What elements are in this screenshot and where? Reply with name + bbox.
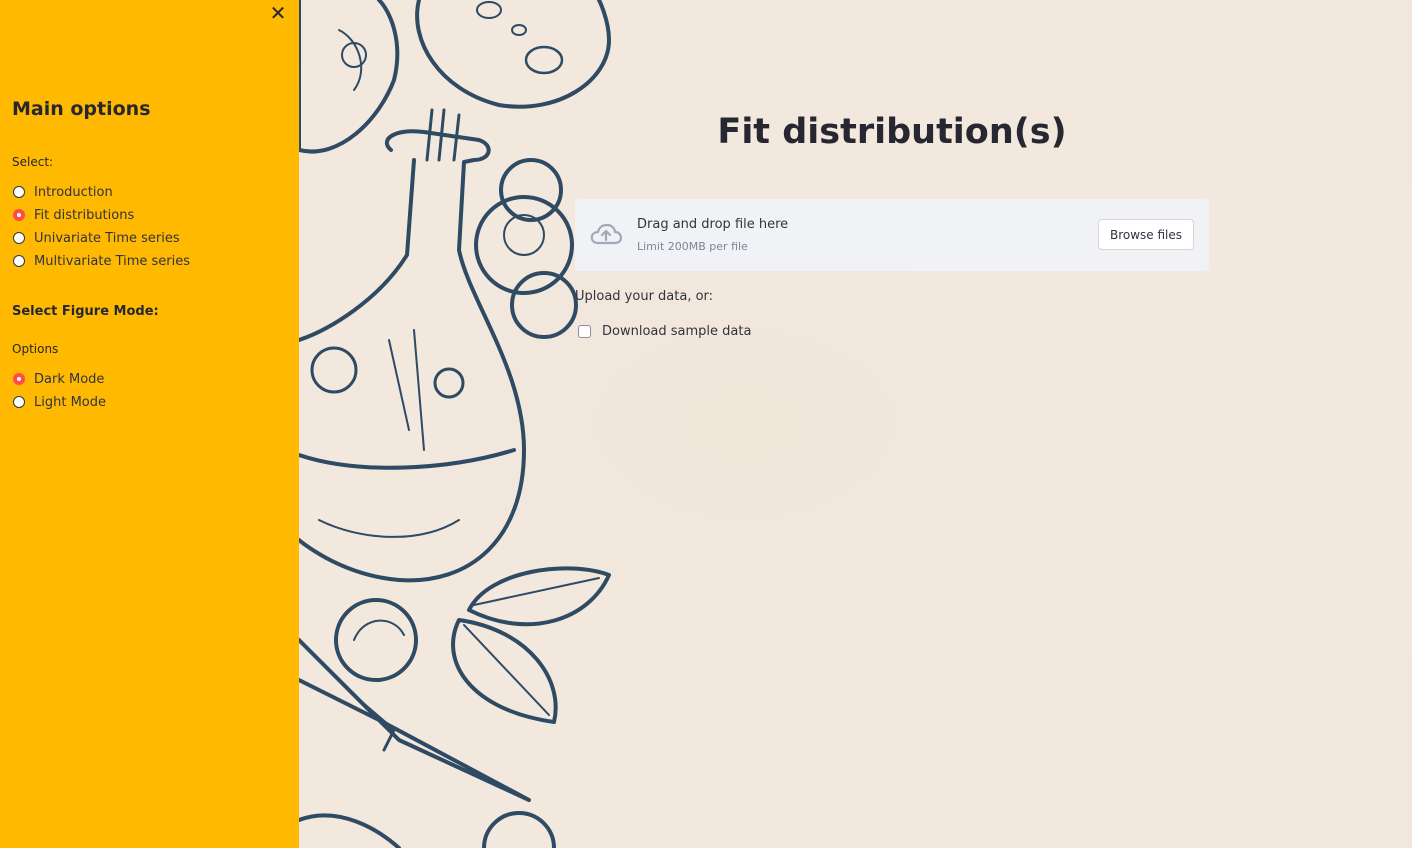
radio-indicator: [13, 186, 25, 198]
radio-label: Light Mode: [34, 394, 106, 410]
radio-label: Dark Mode: [34, 371, 105, 387]
radio-light-mode[interactable]: Light Mode: [13, 392, 106, 412]
radio-indicator-selected: [13, 373, 25, 385]
radio-dark-mode[interactable]: Dark Mode: [13, 369, 104, 389]
browse-files-button[interactable]: Browse files: [1098, 219, 1194, 250]
download-sample-checkbox[interactable]: Download sample data: [578, 324, 751, 339]
upload-data-label: Upload your data, or:: [575, 289, 714, 304]
background-illustration: [299, 0, 611, 848]
app-root: ✕ Main options Select: Introduction Fit …: [0, 0, 1412, 848]
radio-indicator: [13, 396, 25, 408]
page-title: Fit distribution(s): [717, 112, 1067, 152]
radio-label: Fit distributions: [34, 207, 135, 223]
sidebar: ✕ Main options Select: Introduction Fit …: [0, 0, 299, 848]
checkbox-label: Download sample data: [602, 324, 752, 339]
dropzone-limit: Limit 200MB per file: [637, 240, 748, 253]
select-label: Select:: [12, 155, 54, 169]
radio-multivariate-time-series[interactable]: Multivariate Time series: [13, 251, 190, 271]
radio-fit-distributions[interactable]: Fit distributions: [13, 205, 134, 225]
options-label: Options: [12, 342, 59, 356]
radio-indicator: [13, 255, 25, 267]
radio-indicator-selected: [13, 209, 25, 221]
radio-univariate-time-series[interactable]: Univariate Time series: [13, 228, 180, 248]
close-icon: ✕: [269, 1, 287, 25]
radio-label: Introduction: [34, 184, 113, 200]
sidebar-title: Main options: [12, 98, 151, 120]
radio-label: Univariate Time series: [34, 230, 180, 246]
figure-mode-heading: Select Figure Mode:: [12, 304, 159, 319]
file-uploader-dropzone[interactable]: Drag and drop file here Limit 200MB per …: [575, 199, 1209, 271]
main-content: Fit distribution(s) Drag and drop file h…: [299, 0, 1412, 848]
radio-indicator: [13, 232, 25, 244]
cloud-upload-icon: [590, 223, 623, 245]
checkbox-square: [578, 325, 591, 338]
close-sidebar-button[interactable]: ✕: [266, 2, 290, 26]
radio-label: Multivariate Time series: [34, 253, 191, 269]
dropzone-instructions: Drag and drop file here: [637, 217, 789, 232]
radio-introduction[interactable]: Introduction: [13, 182, 113, 202]
